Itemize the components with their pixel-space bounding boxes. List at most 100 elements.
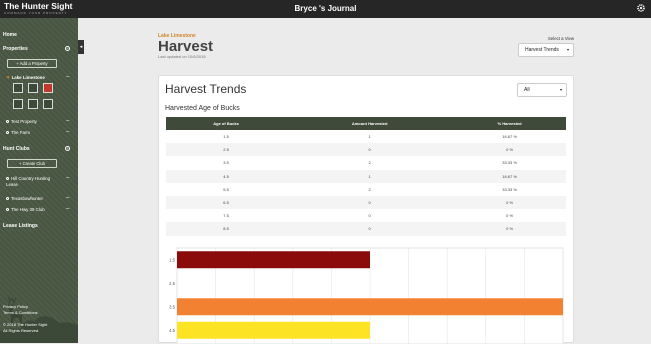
table-cell: 1 [286,169,454,183]
table-cell: 0 [286,143,454,157]
table-cell: 2 [368,160,371,166]
table-cell: 0 [368,213,371,219]
table-cell: 6.5 [166,195,287,210]
sidebar-club-item[interactable]: Hill Country Hunting Lease [6,176,58,188]
table-cell: 8.5 [166,222,287,236]
bar [177,298,563,316]
property-label: Test Property [11,119,37,124]
weather-icon[interactable] [43,99,53,109]
map-icon[interactable] [13,83,23,93]
view-select[interactable]: Harvest Trends ▾ [518,43,574,57]
table-cell: 1 [368,134,371,140]
toggle-icon[interactable]: – [66,195,69,201]
copyright-line-1: © 2018 The Hunter Sight [3,322,48,327]
toggle-icon[interactable]: – [66,118,69,124]
camera-icon[interactable] [13,99,23,109]
sidebar-property-item[interactable]: Test Property [6,119,37,124]
club-label: The Hwy 39 Club [11,207,45,212]
table-row: 4.5 1 16.67 % [166,169,566,183]
last-updated: Last updated on 10/6/2018 [158,54,206,59]
table-header-cell: % Harvested [453,117,566,130]
table-cell: 7.5 [223,213,229,219]
table-row: 3.5 2 33.33 % [166,156,566,169]
y-tick-label: 4.5 [169,328,175,333]
terms-link[interactable]: Terms & Conditions [3,310,38,315]
table-cell: 0 % [453,222,566,236]
chevron-down-icon: ▾ [566,47,569,52]
sidebar-home[interactable]: Home [3,32,17,38]
toggle-icon[interactable]: – [66,175,69,181]
table-row: 2.5 0 0 % [166,143,566,157]
page-header-title: Bryce 's Journal [294,4,357,13]
table-cell: 4.5 [166,169,287,183]
harvest-icon[interactable] [28,99,38,109]
sidebar-property-item[interactable]: The Farm [6,130,30,135]
copyright-line-2: All Rights Reserved. [3,328,40,333]
table-cell: 0 % [453,195,566,210]
sidebar-collapse-button[interactable]: ◂ [78,40,84,54]
table-header-row: Age of Bucks Amount Harvested% Harvested [166,117,566,130]
table-cell: 0 [286,222,454,236]
create-club-button[interactable]: + Create Club [7,159,57,168]
table-header-cell: Amount Harvested [286,117,454,130]
table-header-cell: Age of Bucks [166,117,287,130]
y-tick-label: 2.5 [169,281,175,286]
toggle-icon[interactable]: – [66,206,69,212]
table-cell: 1.5 [223,134,229,140]
table-cell: 33.33 % [502,160,517,166]
filter-value: All [524,87,530,93]
harvest-bar-chart: 1.5 2.5 3.5 4.5 [169,247,564,344]
filter-select[interactable]: All ▾ [517,83,567,97]
alert-icon[interactable] [43,83,53,93]
table-cell: 16.67 % [453,169,566,183]
table-cell: 2 [368,186,371,192]
bar [177,321,370,339]
view-select-value: Harvest Trends [525,47,559,53]
page-title: Harvest [158,38,214,55]
club-label: Texasbowhunter [11,196,43,201]
sidebar: Home Properties + + Add a Property ✦ Lak… [0,18,78,343]
sidebar-properties[interactable]: Properties [3,46,28,52]
table-cell: 3.5 [223,160,229,166]
club-label: Hill Country Hunting Lease [6,176,51,187]
privacy-link[interactable]: Privacy Policy [3,304,28,309]
table-cell: 2.5 [166,143,287,157]
gear-icon[interactable] [636,3,646,13]
table-cell: 0 [286,195,454,210]
table-row: 7.5 0 0 % [166,209,566,222]
journal-icon[interactable] [28,83,38,93]
bar [177,251,370,269]
table-row: 8.5 0 0 % [166,222,566,236]
sidebar-club-item[interactable]: Texasbowhunter [6,196,43,201]
sidebar-property-label: Lake Limestone [11,75,45,80]
sidebar-property-selected[interactable]: ✦ Lake Limestone [6,75,45,81]
table-cell: 0 % [506,213,514,219]
property-label: The Farm [11,130,31,135]
table-cell: 0 % [453,143,566,157]
deer-silhouette-icon [0,296,78,343]
add-property-button[interactable]: + Add a Property [7,59,57,68]
chevron-down-icon: ▾ [559,87,562,92]
harvest-trends-card: Harvest Trends All ▾ Harvested Age of Bu… [158,75,574,344]
table-row: 5.5 2 33.33 % [166,183,566,196]
toggle-icon[interactable]: – [66,129,69,135]
sidebar-club-item[interactable]: The Hwy 39 Club [6,207,45,212]
sidebar-lease-listings[interactable]: Lease Listings [3,223,38,229]
page-heading: Lake Limestone Harvest Last updated on 1… [158,33,213,59]
y-tick-label: 3.5 [169,304,175,309]
table-cell: 5.5 [223,186,229,192]
table-row: 6.5 0 0 % [166,195,566,210]
collapse-property-icon[interactable]: – [66,74,69,80]
card-title: Harvest Trends [165,82,247,96]
add-club-icon[interactable]: + [65,146,70,151]
view-select-label: Select a View [548,36,574,41]
section-subtitle: Harvested Age of Bucks [165,105,240,112]
table-cell: 33.33 % [502,186,517,192]
table-cell: 16.67 % [502,134,517,140]
top-bar: The Hunter Sight COMMAND YOUR PROPERTY B… [0,0,651,18]
add-property-icon[interactable]: + [65,46,70,51]
table-row: 1.5 1 16.67 % [166,130,566,143]
harvest-table: Age of Bucks Amount Harvested% Harvested … [166,117,566,236]
y-tick-label: 1.5 [169,257,175,262]
sidebar-hunt-clubs[interactable]: Hunt Clubs [3,146,30,152]
